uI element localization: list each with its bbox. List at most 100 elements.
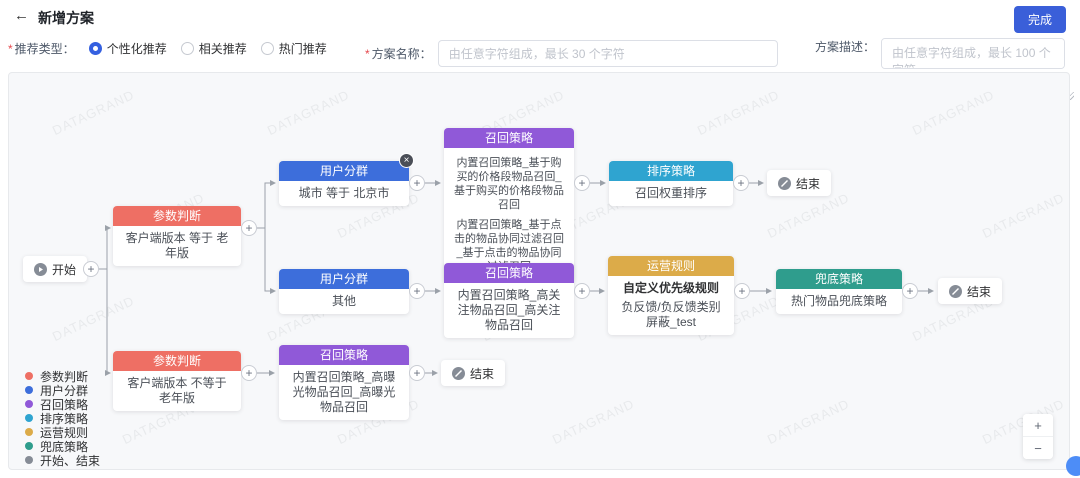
node-title: 召回策略 bbox=[444, 128, 574, 148]
radio-unchecked-icon[interactable] bbox=[181, 42, 194, 55]
radio-related[interactable]: 相关推荐 bbox=[181, 40, 247, 57]
legend-label: 开始、结束 bbox=[40, 452, 100, 469]
top-bar: ← 新增方案 完成 bbox=[0, 0, 1080, 30]
node-body: 热门物品兜底策略 bbox=[776, 289, 902, 314]
legend-dot bbox=[25, 442, 33, 450]
node-body: 召回权重排序 bbox=[609, 181, 733, 206]
node-title: 参数判断 bbox=[113, 206, 241, 226]
close-icon[interactable] bbox=[399, 153, 414, 168]
plan-name-input[interactable] bbox=[438, 40, 778, 67]
legend-dot bbox=[25, 428, 33, 436]
node-title: 召回策略 bbox=[444, 263, 574, 283]
node-body: 其他 bbox=[279, 289, 409, 314]
node-body: 客户端版本 不等于 老年版 bbox=[113, 371, 241, 411]
zoom-controls: + − bbox=[1023, 414, 1053, 459]
watermark: DATAGRAND bbox=[50, 293, 137, 344]
radio-checked-icon[interactable] bbox=[89, 42, 102, 55]
required-mark: * bbox=[365, 47, 370, 61]
flow-node-recall-1[interactable]: 召回策略 内置召回策略_基于购买的价格段物品召回_基于购买的价格段物品召回 内置… bbox=[444, 128, 574, 282]
node-label: 结束 bbox=[470, 365, 494, 382]
recommend-type-label: 推荐类型： bbox=[15, 40, 75, 57]
radio-hot[interactable]: 热门推荐 bbox=[261, 40, 327, 57]
watermark: DATAGRAND bbox=[765, 190, 852, 241]
node-body-line: 负反馈/负反馈类别屏蔽_test bbox=[616, 300, 726, 330]
node-type-legend: 参数判断 用户分群 召回策略 排序策略 运营规则 兜底策略 开始、结束 bbox=[25, 369, 100, 467]
node-body: 内置召回策略_高曝光物品召回_高曝光物品召回 bbox=[279, 365, 409, 420]
legend-dot bbox=[25, 400, 33, 408]
node-title: 参数判断 bbox=[113, 351, 241, 371]
end-icon bbox=[949, 285, 962, 298]
radio-label: 相关推荐 bbox=[199, 40, 247, 57]
node-title: 用户分群 bbox=[279, 269, 409, 289]
recommend-type-field: * 推荐类型： 个性化推荐 相关推荐 热门推荐 bbox=[8, 40, 327, 57]
radio-personalized[interactable]: 个性化推荐 bbox=[89, 40, 167, 57]
plan-form: * 推荐类型： 个性化推荐 相关推荐 热门推荐 * 方案名称： 方案描述： bbox=[0, 30, 1080, 70]
add-node-button[interactable] bbox=[734, 283, 750, 299]
watermark: DATAGRAND bbox=[765, 396, 852, 447]
watermark: DATAGRAND bbox=[910, 87, 997, 138]
node-title: 排序策略 bbox=[609, 161, 733, 181]
flow-node-start[interactable]: 开始 bbox=[23, 256, 87, 282]
add-node-button[interactable] bbox=[409, 175, 425, 191]
node-body-line: 内置召回策略_基于购买的价格段物品召回_基于购买的价格段物品召回 bbox=[452, 156, 566, 212]
flow-node-user-segment-2[interactable]: 用户分群 其他 bbox=[279, 269, 409, 314]
done-button[interactable]: 完成 bbox=[1014, 6, 1066, 33]
add-node-button[interactable] bbox=[241, 365, 257, 381]
flow-node-param-judge-1[interactable]: 参数判断 客户端版本 等于 老年版 bbox=[113, 206, 241, 266]
flow-node-operation-rule-1[interactable]: 运营规则 自定义优先级规则 负反馈/负反馈类别屏蔽_test bbox=[608, 256, 734, 335]
node-body: 客户端版本 等于 老年版 bbox=[113, 226, 241, 266]
flow-node-recall-3[interactable]: 召回策略 内置召回策略_高曝光物品召回_高曝光物品召回 bbox=[279, 345, 409, 420]
flow-edge bbox=[257, 183, 275, 228]
floating-help-badge[interactable] bbox=[1066, 456, 1080, 476]
add-node-button[interactable] bbox=[409, 283, 425, 299]
flow-node-end-2[interactable]: 结束 bbox=[938, 278, 1002, 304]
flow-canvas[interactable]: DATAGRAND DATAGRAND DATAGRAND DATAGRAND DATA… bbox=[8, 72, 1070, 470]
flow-edge bbox=[265, 228, 275, 291]
node-title: 用户分群 bbox=[279, 161, 409, 181]
watermark: DATAGRAND bbox=[50, 87, 137, 138]
flow-node-user-segment-1[interactable]: 用户分群 城市 等于 北京市 bbox=[279, 161, 409, 206]
node-body-title: 自定义优先级规则 bbox=[616, 281, 726, 296]
flow-edge bbox=[107, 269, 110, 373]
watermark: DATAGRAND bbox=[265, 87, 352, 138]
radio-label: 个性化推荐 bbox=[107, 40, 167, 57]
watermark: DATAGRAND bbox=[550, 396, 637, 447]
back-icon[interactable]: ← bbox=[14, 7, 29, 24]
add-node-button[interactable] bbox=[733, 175, 749, 191]
legend-item: 开始、结束 bbox=[25, 453, 100, 467]
flow-node-end-3[interactable]: 结束 bbox=[441, 360, 505, 386]
flow-edge bbox=[99, 228, 110, 269]
zoom-in-button[interactable]: + bbox=[1023, 414, 1053, 436]
flow-node-recall-2[interactable]: 召回策略 内置召回策略_高关注物品召回_高关注物品召回 bbox=[444, 263, 574, 338]
zoom-out-button[interactable]: − bbox=[1023, 437, 1053, 459]
node-label: 开始 bbox=[52, 261, 76, 278]
legend-dot bbox=[25, 386, 33, 394]
start-icon bbox=[34, 263, 47, 276]
node-body: 城市 等于 北京市 bbox=[279, 181, 409, 206]
required-mark: * bbox=[8, 42, 13, 56]
flow-node-param-judge-2[interactable]: 参数判断 客户端版本 不等于 老年版 bbox=[113, 351, 241, 411]
legend-dot bbox=[25, 414, 33, 422]
plan-desc-input[interactable] bbox=[881, 38, 1065, 69]
node-title: 运营规则 bbox=[608, 256, 734, 276]
add-node-button[interactable] bbox=[902, 283, 918, 299]
radio-unchecked-icon[interactable] bbox=[261, 42, 274, 55]
page-title: 新增方案 bbox=[38, 8, 94, 28]
node-title: 兜底策略 bbox=[776, 269, 902, 289]
flow-node-end-1[interactable]: 结束 bbox=[767, 170, 831, 196]
node-title: 召回策略 bbox=[279, 345, 409, 365]
add-node-button[interactable] bbox=[241, 220, 257, 236]
add-node-button[interactable] bbox=[409, 365, 425, 381]
add-node-button[interactable] bbox=[83, 261, 99, 277]
add-node-button[interactable] bbox=[574, 175, 590, 191]
plan-name-field: * 方案名称： bbox=[365, 40, 778, 67]
end-icon bbox=[778, 177, 791, 190]
end-icon bbox=[452, 367, 465, 380]
plan-desc-field: 方案描述： bbox=[815, 38, 1065, 69]
flow-node-sort-1[interactable]: 排序策略 召回权重排序 bbox=[609, 161, 733, 206]
plan-name-label: 方案名称： bbox=[372, 45, 432, 62]
legend-dot bbox=[25, 372, 33, 380]
add-node-button[interactable] bbox=[574, 283, 590, 299]
watermark: DATAGRAND bbox=[695, 87, 782, 138]
flow-node-fallback-1[interactable]: 兜底策略 热门物品兜底策略 bbox=[776, 269, 902, 314]
